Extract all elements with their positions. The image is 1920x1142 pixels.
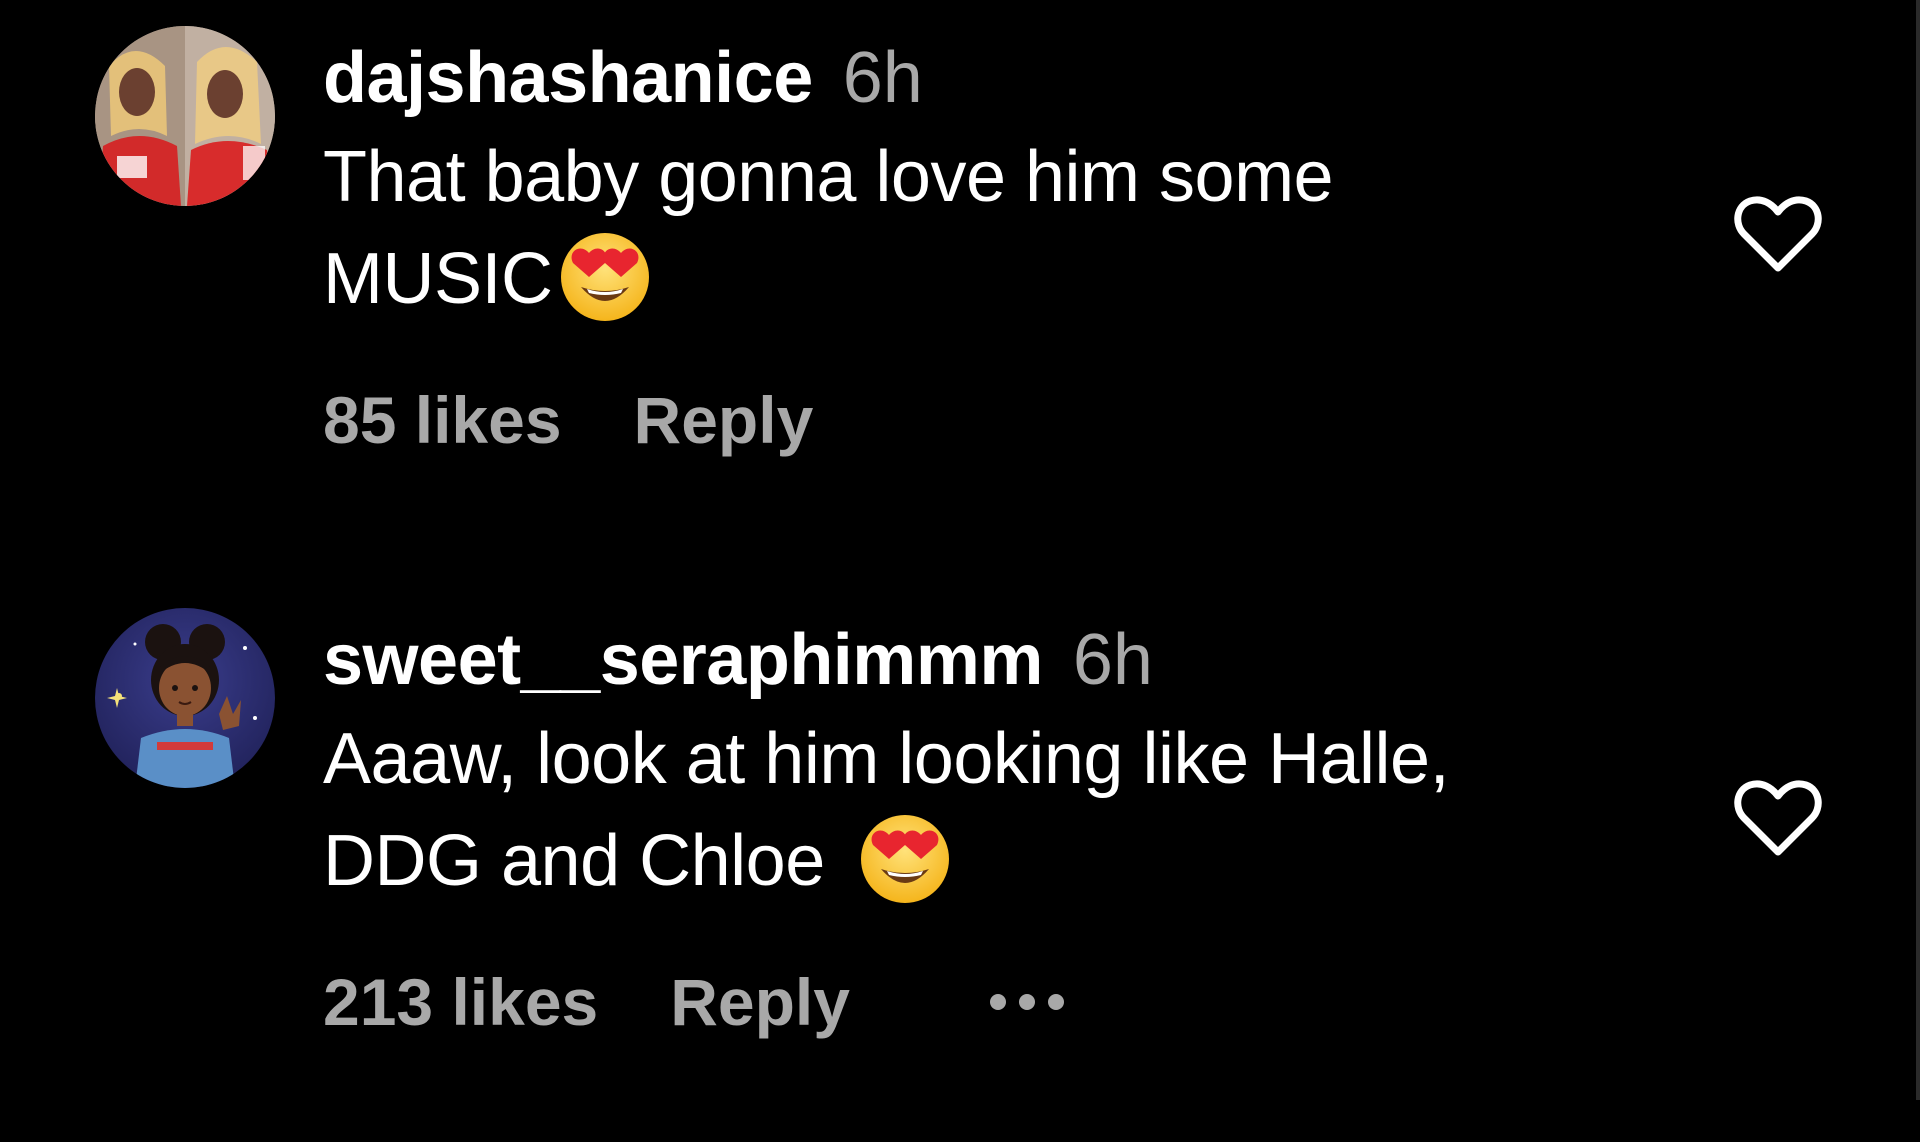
reply-button[interactable]: Reply: [670, 964, 850, 1040]
heart-eyes-emoji: [859, 813, 951, 905]
screen-edge: [1916, 0, 1920, 1100]
username[interactable]: sweet__seraphimmm: [323, 620, 1043, 700]
more-options-icon[interactable]: [989, 994, 1064, 1010]
avatar-anime-illustration: [95, 608, 275, 788]
heart-eyes-emoji: [559, 231, 651, 323]
avatar[interactable]: [95, 26, 275, 206]
comment-header: dajshashanice 6h: [323, 30, 1653, 126]
comment-text-fragment: DDG and Chloe: [323, 821, 825, 901]
likes-count[interactable]: 213 likes: [323, 964, 598, 1040]
comment-text-line: MUSIC: [323, 228, 1653, 330]
avatar-photo: [95, 26, 275, 206]
comment-text: Aaaw, look at him looking like Halle, DD…: [323, 708, 1653, 912]
more-dot: [1047, 994, 1064, 1010]
timestamp: 6h: [842, 38, 923, 118]
comment-text: That baby gonna love him some MUSIC: [323, 126, 1653, 330]
timestamp: 6h: [1072, 620, 1153, 700]
comment-item: sweet__seraphimmm 6h Aaaw, look at him l…: [0, 582, 1920, 1142]
comment-actions: 213 likes Reply: [323, 964, 1064, 1040]
comment-header: sweet__seraphimmm 6h: [323, 612, 1653, 708]
reply-button[interactable]: Reply: [634, 382, 814, 458]
comment-text-line: DDG and Chloe: [323, 810, 1653, 912]
comment-body: dajshashanice 6h That baby gonna love hi…: [323, 30, 1653, 330]
more-dot: [1018, 994, 1035, 1010]
comment-body: sweet__seraphimmm 6h Aaaw, look at him l…: [323, 612, 1653, 912]
heart-outline-icon[interactable]: [1732, 778, 1824, 858]
comment-item: dajshashanice 6h That baby gonna love hi…: [0, 0, 1920, 560]
comment-actions: 85 likes Reply: [323, 382, 813, 458]
comment-text-line: Aaaw, look at him looking like Halle,: [323, 719, 1450, 799]
avatar[interactable]: [95, 608, 275, 788]
username[interactable]: dajshashanice: [323, 38, 813, 118]
comment-text-line: That baby gonna love him some: [323, 137, 1334, 217]
likes-count[interactable]: 85 likes: [323, 382, 562, 458]
heart-outline-icon[interactable]: [1732, 194, 1824, 274]
more-dot: [989, 994, 1006, 1010]
comment-text-fragment: MUSIC: [323, 239, 553, 319]
